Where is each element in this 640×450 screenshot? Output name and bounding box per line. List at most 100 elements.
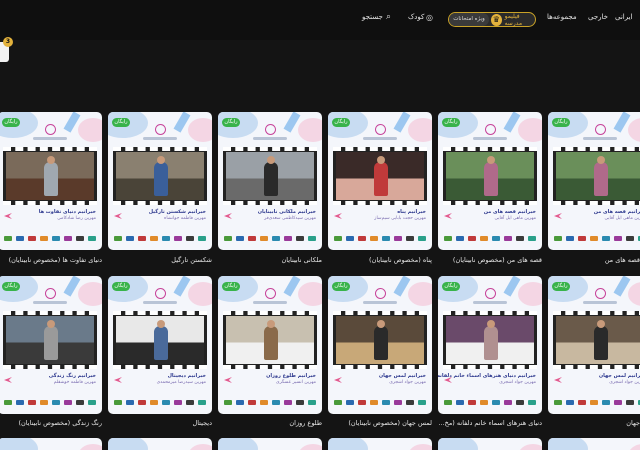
sponsor-logo-icon [516, 236, 524, 241]
content-card[interactable] [438, 438, 542, 450]
content-title[interactable]: رنگ زندگی (مخصوص نابینایان) [18, 419, 102, 427]
content-card[interactable] [108, 438, 212, 450]
sponsor-logo-icon [4, 400, 12, 405]
nav-iranian[interactable]: ایرانی [615, 13, 632, 21]
sponsor-logo-icon [296, 400, 304, 405]
channel-logo-text [33, 137, 67, 140]
content-card[interactable] [0, 438, 102, 450]
content-title[interactable]: پناه (مخصوص نابینایان) [369, 256, 432, 264]
content-card[interactable]: رایگان خبرانیم شکستن تارگیل مهرین فاطمه … [108, 112, 212, 250]
sparkle-icon [334, 213, 342, 219]
content-card[interactable]: رایگان خبرانیم لمس جهان مهرین جواد اشجری [548, 276, 640, 414]
sponsor-logo-icon [590, 236, 598, 241]
sponsor-logo-icon [284, 400, 292, 405]
sponsor-logo-icon [480, 236, 488, 241]
content-card[interactable]: رایگان خبرانیم لمس جهان مهرین جواد اشجری [328, 276, 432, 414]
sponsor-logo-icon [76, 236, 84, 241]
sponsor-logo-icon [626, 236, 634, 241]
content-card[interactable]: رایگان خبرانیم طلوع روزان مهرین انسیر عس… [218, 276, 322, 414]
content-card[interactable]: رایگان خبرانیم ملکانی نابینایان مهرین سی… [218, 112, 322, 250]
sponsor-logo-icon [248, 400, 256, 405]
sponsor-logo-icon [590, 400, 598, 405]
sponsor-logo-icon [28, 236, 36, 241]
video-still [226, 152, 314, 200]
channel-logo-icon [595, 124, 606, 135]
content-card[interactable]: رایگان خبرانیم قصه های من مهرین ماهی ایل… [438, 112, 542, 250]
content-title[interactable]: ملکانی نابینایان [281, 256, 322, 264]
sponsor-logo-icon [198, 400, 206, 405]
channel-logo-icon [375, 288, 386, 299]
premium-school-button[interactable]: ویژه امتحانات ♛ فیلیمو مدرسه [448, 12, 536, 27]
content-title[interactable]: لمس جهان (مخصوص نابینایان) [348, 419, 432, 427]
poster-credit: مهرین ماهی ایل آقایی [494, 216, 536, 221]
nav-collections[interactable]: مجموعه‌ها [547, 13, 577, 21]
content-title[interactable]: جهان [626, 419, 640, 427]
poster-caption: خبرانیم طلوع روزان [266, 373, 316, 379]
card-decoration [408, 282, 432, 306]
sponsor-logo-icon [370, 236, 378, 241]
content-card[interactable] [548, 438, 640, 450]
sponsor-logos [554, 236, 640, 242]
content-card[interactable] [218, 438, 322, 450]
poster-caption: خبرانیم دنیای هنرهای اسماء خانم دلفانه [438, 373, 536, 379]
sponsor-logo-icon [528, 236, 536, 241]
card-decoration [628, 282, 640, 306]
content-card[interactable]: رایگان خبرانیم دیجیتال مهرین سیدرضا میرم… [108, 276, 212, 414]
card-decoration [518, 444, 542, 450]
free-badge: رایگان [442, 282, 460, 291]
nav-kids[interactable]: کودک [408, 13, 424, 21]
sponsor-logos [444, 236, 536, 242]
sparkle-icon [444, 213, 452, 219]
sponsor-logo-icon [150, 236, 158, 241]
search-icon[interactable]: ⌕ [386, 12, 391, 22]
sponsor-logo-icon [88, 236, 96, 241]
poster-credit: مهرین حجت بابایی سیم‌ساز [374, 216, 426, 221]
poster-caption: خبرانیم لمس جهان [378, 373, 426, 379]
sponsor-logo-icon [504, 236, 512, 241]
free-badge: رایگان [2, 282, 20, 291]
sponsor-logo-icon [126, 400, 134, 405]
sponsor-logo-icon [272, 400, 280, 405]
sparkle-icon [114, 213, 122, 219]
card-decoration [218, 438, 258, 450]
card-decoration [188, 282, 212, 306]
content-card[interactable] [328, 438, 432, 450]
content-card[interactable]: رایگان خبرانیم دنیای تفاوت ها مهرین رضا … [0, 112, 102, 250]
content-card[interactable]: رایگان خبرانیم رنگ زندگی مهرین فاطمه خوش… [0, 276, 102, 414]
sponsor-logo-icon [162, 236, 170, 241]
free-badge: رایگان [222, 282, 240, 291]
film-strip-thumbnail [553, 311, 640, 369]
sponsor-logo-icon [16, 236, 24, 241]
card-decoration [628, 444, 640, 450]
content-card[interactable]: رایگان خبرانیم دنیای هنرهای اسماء خانم د… [438, 276, 542, 414]
sponsor-logo-icon [272, 236, 280, 241]
nav-foreign[interactable]: خارجی [588, 13, 608, 21]
channel-logo-icon [155, 124, 166, 135]
content-title[interactable]: شکستن تارگیل [171, 256, 212, 264]
nav-search[interactable]: جستجو [362, 13, 383, 21]
channel-logo-text [363, 137, 397, 140]
poster-caption: خبرانیم پناه [397, 209, 426, 215]
sponsor-logo-icon [88, 400, 96, 405]
content-title[interactable]: دنیای هنرهای اسماء خانم دلفانه (مخ... [438, 419, 542, 427]
content-title[interactable]: دیجیتال [192, 419, 212, 427]
sponsor-logos [224, 400, 316, 406]
sponsor-logo-icon [406, 236, 414, 241]
sponsor-logo-icon [186, 236, 194, 241]
sponsor-logo-icon [444, 236, 452, 241]
content-title[interactable]: قصه های من (مخصوص نابینایان) [453, 256, 542, 264]
sponsor-logos [114, 400, 206, 406]
sponsor-logo-icon [456, 400, 464, 405]
sponsor-logo-icon [260, 236, 268, 241]
content-title[interactable]: طلوع روزان [289, 419, 322, 427]
card-decoration [188, 444, 212, 450]
content-title[interactable]: قصه های من [605, 256, 640, 264]
card-decoration [298, 118, 322, 142]
content-title[interactable]: دنیای تفاوت ها (مخصوص نابینایان) [9, 256, 102, 264]
sponsor-logo-icon [40, 236, 48, 241]
content-card[interactable]: رایگان خبرانیم قصه های من مهرین ماهی ایل… [548, 112, 640, 250]
sponsor-logo-icon [578, 400, 586, 405]
content-card[interactable]: رایگان خبرانیم پناه مهرین حجت بابایی سیم… [328, 112, 432, 250]
sponsor-logo-icon [114, 400, 122, 405]
channel-logo-text [253, 137, 287, 140]
